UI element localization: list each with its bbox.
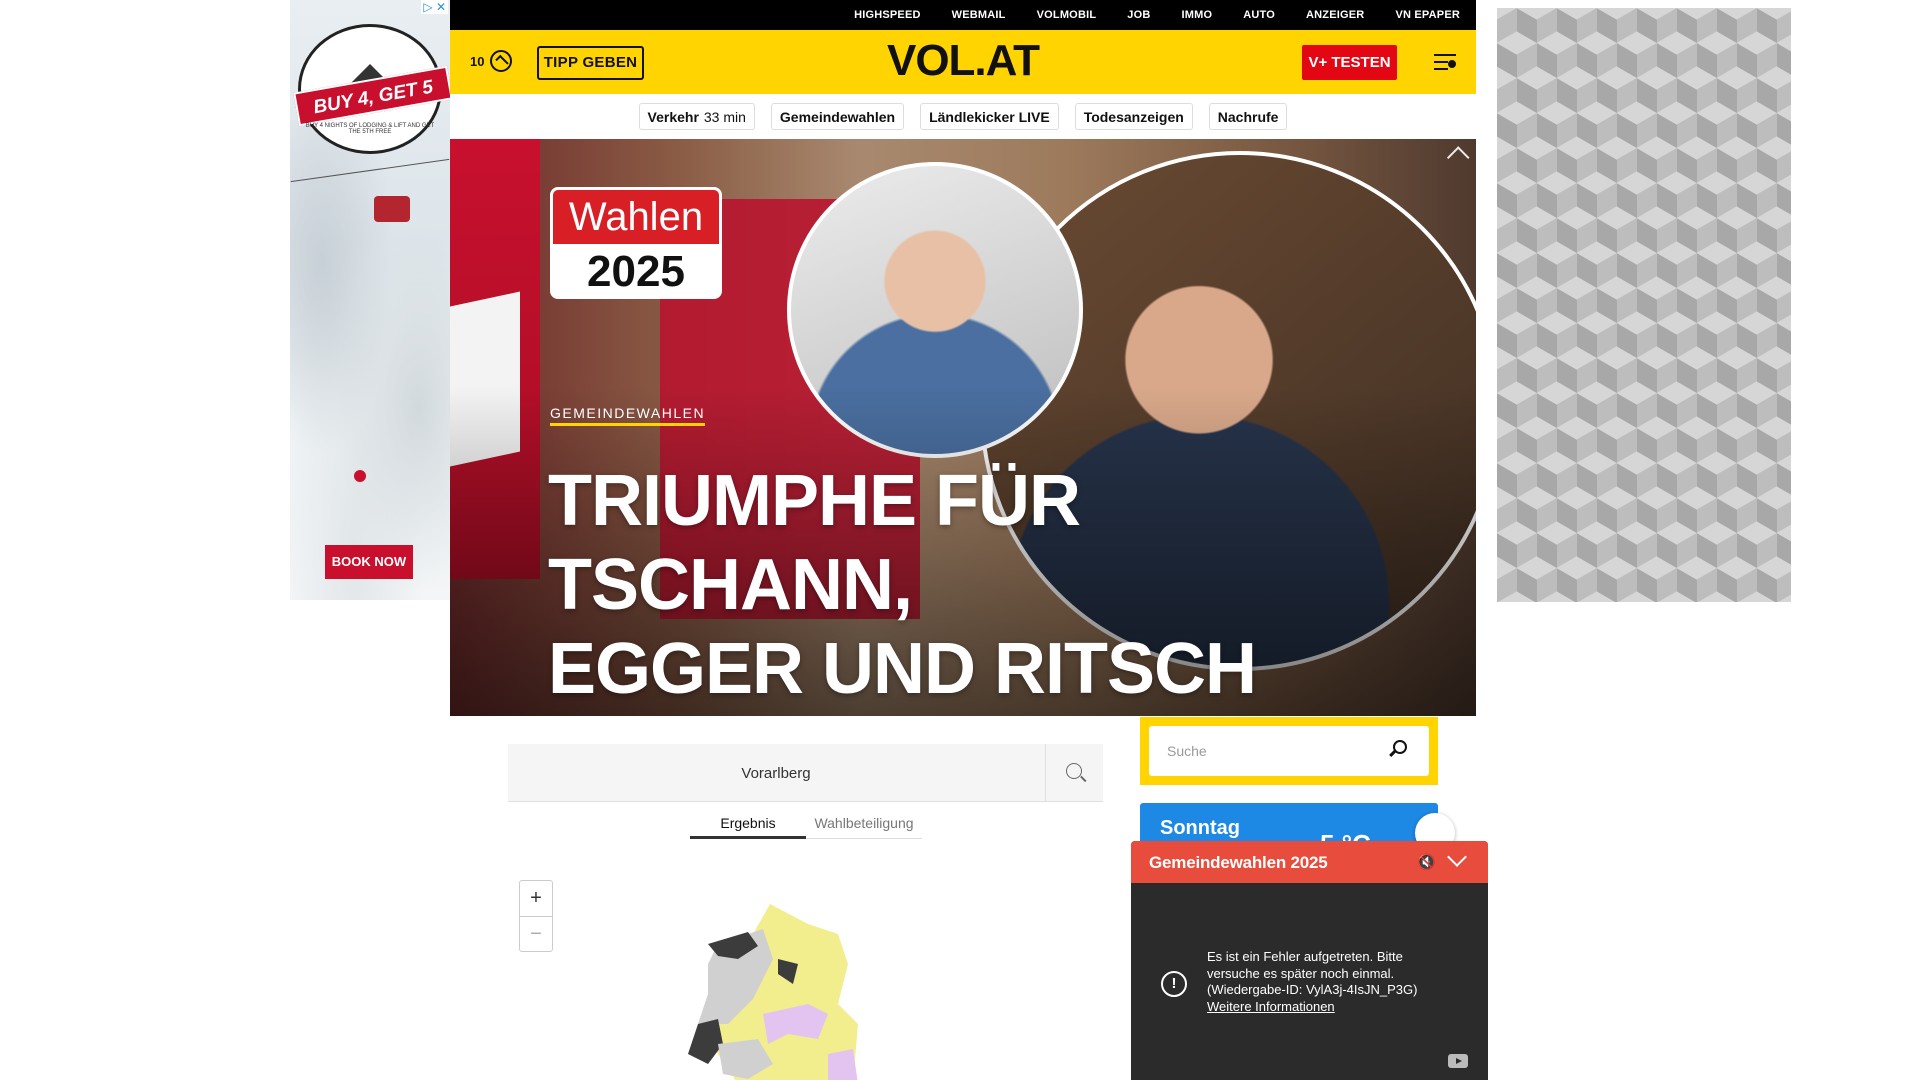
verkehr-value: 33 min (703, 108, 746, 125)
search-placeholder: Suche (1167, 743, 1207, 759)
tab-wahlbeteiligung[interactable]: Wahlbeteiligung (806, 807, 922, 839)
site-header: 10 TIPP GEBEN VOL.AT V+ TESTEN (450, 30, 1476, 94)
badge-line1: Wahlen (553, 190, 719, 244)
quicklink-verkehr[interactable]: Verkehr 33 min (638, 103, 755, 130)
right-ad-banner[interactable] (1497, 8, 1791, 602)
ad-skier (354, 470, 366, 482)
region-selector[interactable]: Vorarlberg (508, 744, 1103, 802)
adchoices-icon[interactable]: ▷ ✕ (421, 0, 448, 14)
topnav-webmail[interactable]: WEBMAIL (952, 9, 1006, 21)
map-zoom-control: + − (519, 880, 553, 952)
site-search-box: Suche (1140, 717, 1438, 785)
mute-icon[interactable]: 🔇 (1417, 853, 1436, 871)
topnav-vn-epaper[interactable]: VN EPAPER (1395, 9, 1460, 21)
quicklink-gemeindewahlen[interactable]: Gemeindewahlen (770, 103, 905, 130)
zoom-out-button[interactable]: − (520, 916, 552, 951)
hero-teaser[interactable]: Wahlen 2025 GEMEINDEWAHLEN TRIUMPHE FÜR … (450, 139, 1476, 716)
quicklink-todesanzeigen[interactable]: Todesanzeigen (1074, 103, 1193, 130)
ad-snow-background (290, 120, 450, 600)
headline-line2: EGGER UND RITSCH (548, 629, 1257, 709)
map-region-purple-se[interactable] (828, 1049, 858, 1080)
video-player-popup: Gemeindewahlen 2025 🔇 ! Es ist ein Fehle… (1131, 841, 1488, 1080)
left-ad-banner[interactable]: BUY 4, GET 5 BUY 4 NIGHTS OF LODGING & L… (290, 0, 450, 600)
quicklinks-bar: Verkehr 33 min Gemeindewahlen Ländlekick… (450, 94, 1476, 139)
zoom-in-button[interactable]: + (520, 881, 552, 916)
video-popup-header: Gemeindewahlen 2025 🔇 (1131, 841, 1488, 883)
headline-line1: TRIUMPHE FÜR TSCHANN, (548, 461, 1081, 625)
search-input[interactable]: Suche (1149, 726, 1429, 776)
more-info-link[interactable]: Weitere Informationen (1207, 999, 1477, 1016)
menu-search-icon[interactable] (1434, 52, 1458, 72)
ad-promo-subtext: BUY 4 NIGHTS OF LODGING & LIFT AND GET T… (305, 123, 435, 135)
magnifier-icon[interactable] (1393, 740, 1407, 754)
wahlen-2025-badge: Wahlen 2025 (550, 187, 722, 299)
hero-kicker[interactable]: GEMEINDEWAHLEN (550, 405, 706, 426)
hero-corner-arrow-icon (1446, 146, 1470, 169)
ad-gondola (374, 196, 410, 222)
region-value: Vorarlberg (741, 765, 811, 782)
verkehr-label: Verkehr (647, 108, 699, 125)
topnav-volmobil[interactable]: VOLMOBIL (1037, 9, 1097, 21)
topnav-anzeiger[interactable]: ANZEIGER (1306, 9, 1364, 21)
map-region-dark-south[interactable] (688, 1019, 723, 1064)
badge-line2: 2025 (587, 247, 685, 296)
video-popup-title: Gemeindewahlen 2025 (1149, 853, 1328, 872)
collapse-chevron-icon[interactable] (1447, 847, 1467, 867)
quicklink-laendlekicker[interactable]: Ländlekicker LIVE (920, 103, 1059, 130)
top-service-nav: HIGHSPEED WEBMAIL VOLMOBIL JOB IMMO AUTO… (450, 0, 1476, 30)
error-icon: ! (1161, 971, 1187, 997)
quicklink-nachrufe[interactable]: Nachrufe (1208, 103, 1288, 130)
election-results-widget: Vorarlberg Ergebnis Wahlbeteiligung + − (508, 744, 1103, 1080)
hero-headline[interactable]: TRIUMPHE FÜR TSCHANN, EGGER UND RITSCH (548, 459, 1388, 711)
weather-day: Sonntag (1160, 817, 1240, 839)
tab-ergebnis[interactable]: Ergebnis (690, 807, 806, 839)
ad-promo-badge: BUY 4, GET 5 BUY 4 NIGHTS OF LODGING & L… (293, 24, 450, 154)
ad-book-now-button[interactable]: BOOK NOW (325, 545, 413, 579)
region-search-button[interactable] (1045, 744, 1103, 802)
topnav-auto[interactable]: AUTO (1243, 9, 1275, 21)
topnav-highspeed[interactable]: HIGHSPEED (854, 9, 921, 21)
election-map[interactable] (678, 904, 938, 1080)
vplus-testen-button[interactable]: V+ TESTEN (1302, 45, 1397, 80)
error-line-1: Es ist ein Fehler aufgetreten. Bitte (1207, 949, 1403, 964)
topnav-job[interactable]: JOB (1127, 9, 1150, 21)
youtube-icon[interactable] (1448, 1054, 1468, 1068)
result-tabs: Ergebnis Wahlbeteiligung (690, 807, 922, 839)
error-line-3: (Wiedergabe-ID: VylA3j-4IsJN_P3G) (1207, 982, 1418, 997)
video-error-message: Es ist ein Fehler aufgetreten. Bitte ver… (1207, 949, 1477, 1015)
error-line-2: versuche es später noch einmal. (1207, 965, 1395, 981)
topnav-immo[interactable]: IMMO (1181, 9, 1212, 21)
